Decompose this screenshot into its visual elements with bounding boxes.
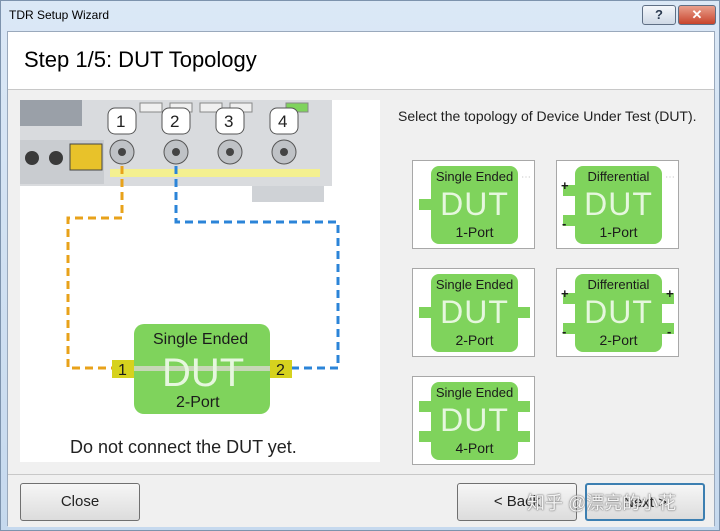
dut-2-port-block: Single Ended DUT 2-Port 1 2 <box>112 324 292 414</box>
help-button[interactable]: ? <box>642 5 676 25</box>
wizard-header: Step 1/5: DUT Topology <box>8 32 714 90</box>
page-title: Step 1/5: DUT Topology <box>24 47 257 72</box>
topology-type-label: Differential <box>587 277 650 292</box>
port-stub <box>518 307 530 318</box>
svg-text:4: 4 <box>278 112 287 131</box>
dut-block: Single Ended DUT 2-Port <box>431 274 518 352</box>
instrument-display <box>20 100 82 126</box>
minus-sign: - <box>562 216 567 231</box>
topology-dut-label: DUT <box>440 294 509 330</box>
instruction-text: Select the topology of Device Under Test… <box>398 108 697 124</box>
port-4-label: 4 <box>269 107 299 135</box>
dut-block: Single Ended DUT 1-Port <box>431 166 518 244</box>
window-close-button[interactable]: ✕ <box>678 5 716 25</box>
wizard-footer: Close < Back Next > 知乎 @漂亮的小花 <box>8 474 714 527</box>
topology-dut-label: DUT <box>584 294 653 330</box>
dotted-line: ⋯ <box>521 172 533 183</box>
probe-power-connector-2 <box>49 151 63 165</box>
port-stub <box>419 199 431 210</box>
port-info-strip <box>110 169 320 177</box>
topology-single-ended-1-port[interactable]: Single Ended DUT 1-Port ⋯ <box>412 160 535 249</box>
close-button[interactable]: Close <box>20 483 140 521</box>
topology-port-label: 2-Port <box>455 332 494 348</box>
port-4-connector <box>271 139 297 165</box>
title-bar: TDR Setup Wizard ? ✕ <box>1 1 720 31</box>
topology-differential-1-port[interactable]: + - Differential DUT 1-Port ⋯ <box>556 160 679 249</box>
topology-dut-label: DUT <box>440 186 509 222</box>
topology-port-label: 4-Port <box>455 440 494 456</box>
port-2-label: 2 <box>161 107 191 135</box>
wizard-body: 1 2 3 4 Single Ended DUT 2-Port 1 2 Do n… <box>8 90 714 474</box>
probe-power-connector <box>25 151 39 165</box>
connection-diagram: 1 2 3 4 Single Ended DUT 2-Port 1 2 <box>20 100 340 414</box>
cable-port-1 <box>66 166 124 370</box>
dut-port-2-label: 2 <box>276 362 285 379</box>
dut-center-label: DUT <box>162 351 244 395</box>
topology-type-label: Single Ended <box>435 385 514 400</box>
port-1-label: 1 <box>107 107 137 135</box>
dut-block: Single Ended DUT 4-Port <box>431 382 518 460</box>
watermark: 知乎 @漂亮的小花 <box>527 493 677 513</box>
plus-sign: + <box>561 286 569 301</box>
topology-port-label: 1-Port <box>455 224 494 240</box>
minus-sign: - <box>667 324 672 339</box>
wizard-client-area: Step 1/5: DUT Topology 1 2 3 4 Single En… <box>7 31 715 527</box>
plus-sign: + <box>561 178 569 193</box>
dut-top-label: Single Ended <box>153 331 248 348</box>
topology-dut-label: DUT <box>440 402 509 438</box>
window-title: TDR Setup Wizard <box>9 8 110 22</box>
connection-illustration: 1 2 3 4 Single Ended DUT 2-Port 1 2 Do n… <box>20 100 380 462</box>
port-stub <box>518 431 530 442</box>
svg-text:2: 2 <box>170 112 179 131</box>
dut-block: Differential DUT 2-Port <box>575 274 662 352</box>
topology-single-ended-2-port[interactable]: Single Ended DUT 2-Port <box>412 268 535 357</box>
dut-bottom-label: 2-Port <box>176 394 220 411</box>
port-stub <box>419 401 431 412</box>
svg-text:3: 3 <box>224 112 233 131</box>
topology-port-label: 2-Port <box>599 332 638 348</box>
panel-key <box>139 102 163 113</box>
port-stub <box>518 401 530 412</box>
port-3-label: 3 <box>215 107 245 135</box>
instrument-foot <box>252 186 324 202</box>
port-stub <box>419 307 431 318</box>
dotted-line: ⋯ <box>665 172 677 183</box>
dut-block: Differential DUT 1-Port <box>575 166 662 244</box>
topology-single-ended-4-port[interactable]: Single Ended DUT 4-Port <box>412 376 535 465</box>
caution-label <box>69 143 103 171</box>
topology-type-label: Single Ended <box>435 169 514 184</box>
minus-sign: - <box>562 324 567 339</box>
warning-text: Do not connect the DUT yet. <box>70 437 297 457</box>
topology-type-label: Differential <box>587 169 650 184</box>
port-1-connector <box>109 139 135 165</box>
port-2-connector <box>163 139 189 165</box>
wizard-window: TDR Setup Wizard ? ✕ Step 1/5: DUT Topol… <box>0 0 720 531</box>
svg-text:1: 1 <box>116 112 125 131</box>
port-3-connector <box>217 139 243 165</box>
topology-port-label: 1-Port <box>599 224 638 240</box>
port-stub <box>419 431 431 442</box>
topology-differential-2-port[interactable]: + - + - Differential DUT 2-Port <box>556 268 679 357</box>
plus-sign: + <box>666 286 674 301</box>
dut-port-1-label: 1 <box>118 362 127 379</box>
topology-type-label: Single Ended <box>435 277 514 292</box>
topology-dut-label: DUT <box>584 186 653 222</box>
